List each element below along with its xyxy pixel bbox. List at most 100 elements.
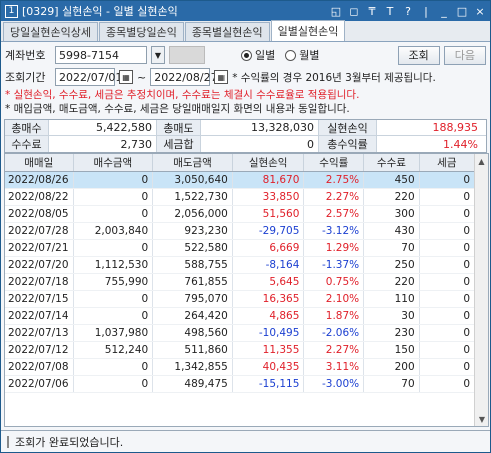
date-to-input[interactable]: 2022/08/27 [150, 68, 218, 86]
col-header-tax[interactable]: 세금 [419, 154, 476, 172]
col-header-buy[interactable]: 매수금액 [73, 154, 154, 172]
cell-realized: -29,705 [232, 222, 305, 240]
cell-tax: 0 [419, 375, 476, 393]
cell-date: 2022/07/12 [5, 341, 74, 359]
cell-return: -3.12% [303, 222, 365, 240]
cell-realized: 51,560 [232, 205, 305, 223]
window: 1 [0329] 실현손익 - 일별 실현손익 ◱ ◻ ₸ T ? | _ □ … [0, 0, 491, 453]
calendar-icon[interactable]: ▦ [119, 70, 133, 84]
cell-fee: 220 [363, 273, 420, 291]
return-label: 총수익률 [319, 136, 377, 152]
masked-account-name [169, 46, 205, 64]
cell-sell: 2,056,000 [152, 205, 233, 223]
tab-today-detail[interactable]: 당일실현손익상세 [3, 22, 98, 41]
scroll-down-icon[interactable]: ▼ [475, 412, 488, 426]
table-row[interactable]: 2022/07/13 1,037,980 498,560 -10,495 -2.06% 2… [5, 324, 476, 342]
cell-date: 2022/07/21 [5, 239, 74, 257]
col-header-realized[interactable]: 실현손익 [232, 154, 305, 172]
cell-date: 2022/07/06 [5, 375, 74, 393]
cell-sell: 489,475 [152, 375, 233, 393]
next-button[interactable]: 다음 [443, 45, 486, 65]
tab-realized-by-stock[interactable]: 종목별실현손익 [184, 22, 270, 41]
table-row[interactable]: 2022/07/06 0 489,475 -15,115 -3.00% 70 0 [5, 375, 476, 393]
cell-realized: -10,495 [232, 324, 305, 342]
cell-sell: 511,860 [152, 341, 233, 359]
table-row[interactable]: 2022/08/22 0 1,522,730 33,850 2.27% 220 0 [5, 188, 476, 206]
cell-buy: 2,003,840 [73, 222, 154, 240]
radio-monthly-dot[interactable] [285, 49, 297, 61]
query-button[interactable]: 조회 [397, 45, 440, 65]
daily-table[interactable]: 매매일 매수금액 매도금액 실현손익 수익률 수수료 세금 2022/08/26… [4, 153, 489, 427]
table-row[interactable]: 2022/08/05 0 2,056,000 51,560 2.57% 300 0 [5, 205, 476, 223]
cell-realized: 4,865 [232, 307, 305, 325]
close-icon[interactable]: × [474, 5, 486, 18]
radio-monthly-label: 월별 [299, 49, 320, 62]
period-row: 조회기간 2022/07/01 ▦ ~ 2022/08/27 ▦ * 수익률의 … [1, 66, 490, 88]
return-period-note: * 수익률의 경우 2016년 3월부터 제공됩니다. [232, 71, 436, 84]
tab-daily-realized[interactable]: 일별실현손익 [270, 20, 346, 41]
cell-realized: 11,355 [232, 341, 305, 359]
cell-sell: 522,580 [152, 239, 233, 257]
cell-return: -1.37% [303, 256, 365, 274]
same-as-journal-note: * 매입금액, 매도금액, 수수료, 세금은 당일매매일지 화면의 내용과 동일… [5, 103, 350, 115]
status-message: 조회가 완료되었습니다. [15, 435, 124, 449]
pin-icon[interactable]: ₸ [366, 5, 378, 18]
maximize-icon[interactable]: □ [456, 5, 468, 18]
link-icon[interactable]: ◱ [330, 5, 342, 18]
date-separator: ~ [137, 70, 147, 84]
cell-fee: 70 [363, 239, 420, 257]
title-bar[interactable]: 1 [0329] 실현손익 - 일별 실현손익 ◱ ◻ ₸ T ? | _ □ … [1, 1, 490, 21]
cell-buy: 0 [73, 188, 154, 206]
radio-monthly[interactable]: 월별 [285, 47, 320, 63]
chevron-down-icon[interactable]: ▼ [151, 46, 165, 64]
col-header-sell[interactable]: 매도금액 [152, 154, 233, 172]
cell-buy: 755,990 [73, 273, 154, 291]
window-number: 1 [5, 4, 18, 18]
table-row[interactable]: 2022/07/15 0 795,070 16,365 2.10% 110 0 [5, 290, 476, 308]
cell-date: 2022/07/13 [5, 324, 74, 342]
cell-return: 1.29% [303, 239, 365, 257]
table-row[interactable]: 2022/07/21 0 522,580 6,669 1.29% 70 0 [5, 239, 476, 257]
table-row[interactable]: 2022/07/14 0 264,420 4,865 1.87% 30 0 [5, 307, 476, 325]
cell-buy: 0 [73, 171, 154, 189]
help-icon[interactable]: ? [402, 5, 414, 18]
table-row[interactable]: 2022/07/18 755,990 761,855 5,645 0.75% 220 0 [5, 273, 476, 291]
vertical-scrollbar[interactable]: ▲ ▼ [474, 154, 488, 426]
radio-daily[interactable]: 일별 [241, 47, 275, 63]
cell-buy: 0 [73, 375, 154, 393]
table-row[interactable]: 2022/07/20 1,112,530 588,755 -8,164 -1.37% 25… [5, 256, 476, 274]
tab-today-by-stock[interactable]: 종목별당일손익 [98, 22, 184, 41]
table-row[interactable]: 2022/07/08 0 1,342,855 40,435 3.11% 200 0 [5, 358, 476, 376]
cell-buy: 512,240 [73, 341, 154, 359]
cell-fee: 230 [363, 324, 420, 342]
estimate-note: * 실현손익, 수수료, 세금은 추정치이며, 수수료는 체결시 수수료율로 적… [5, 89, 360, 101]
cell-sell: 498,560 [152, 324, 233, 342]
table-row[interactable]: 2022/07/28 2,003,840 923,230 -29,705 -3.12% 4… [5, 222, 476, 240]
font-icon[interactable]: T [384, 5, 396, 18]
cell-date: 2022/08/05 [5, 205, 74, 223]
table-row[interactable]: 2022/07/12 512,240 511,860 11,355 2.27% 150 0 [5, 341, 476, 359]
date-from-input[interactable]: 2022/07/01 [55, 68, 122, 86]
account-input[interactable]: 5998-7154 [55, 46, 147, 64]
cell-return: 1.87% [303, 307, 365, 325]
col-header-return[interactable]: 수익률 [303, 154, 365, 172]
tax-value: 0 [201, 136, 319, 152]
table-row[interactable]: 2022/08/26 0 3,050,640 81,670 2.75% 450 0 [5, 171, 476, 189]
cell-tax: 0 [419, 307, 476, 325]
cell-return: -2.06% [303, 324, 365, 342]
cell-fee: 300 [363, 205, 420, 223]
radio-daily-dot[interactable] [241, 49, 252, 61]
cell-sell: 761,855 [152, 273, 233, 291]
copy-icon[interactable]: ◻ [348, 5, 360, 18]
sell-total-label: 총매도 [157, 120, 201, 135]
cell-realized: 33,850 [232, 188, 305, 206]
status-grip-icon [7, 435, 9, 448]
calendar-icon[interactable]: ▦ [214, 70, 229, 84]
col-header-fee[interactable]: 수수료 [363, 154, 420, 172]
cell-return: 2.75% [303, 171, 365, 189]
col-header-date[interactable]: 매매일 [5, 154, 74, 172]
period-label: 조회기간 [5, 71, 46, 84]
scroll-up-icon[interactable]: ▲ [475, 154, 488, 168]
minimize-icon[interactable]: _ [438, 5, 450, 18]
cell-tax: 0 [419, 358, 476, 376]
